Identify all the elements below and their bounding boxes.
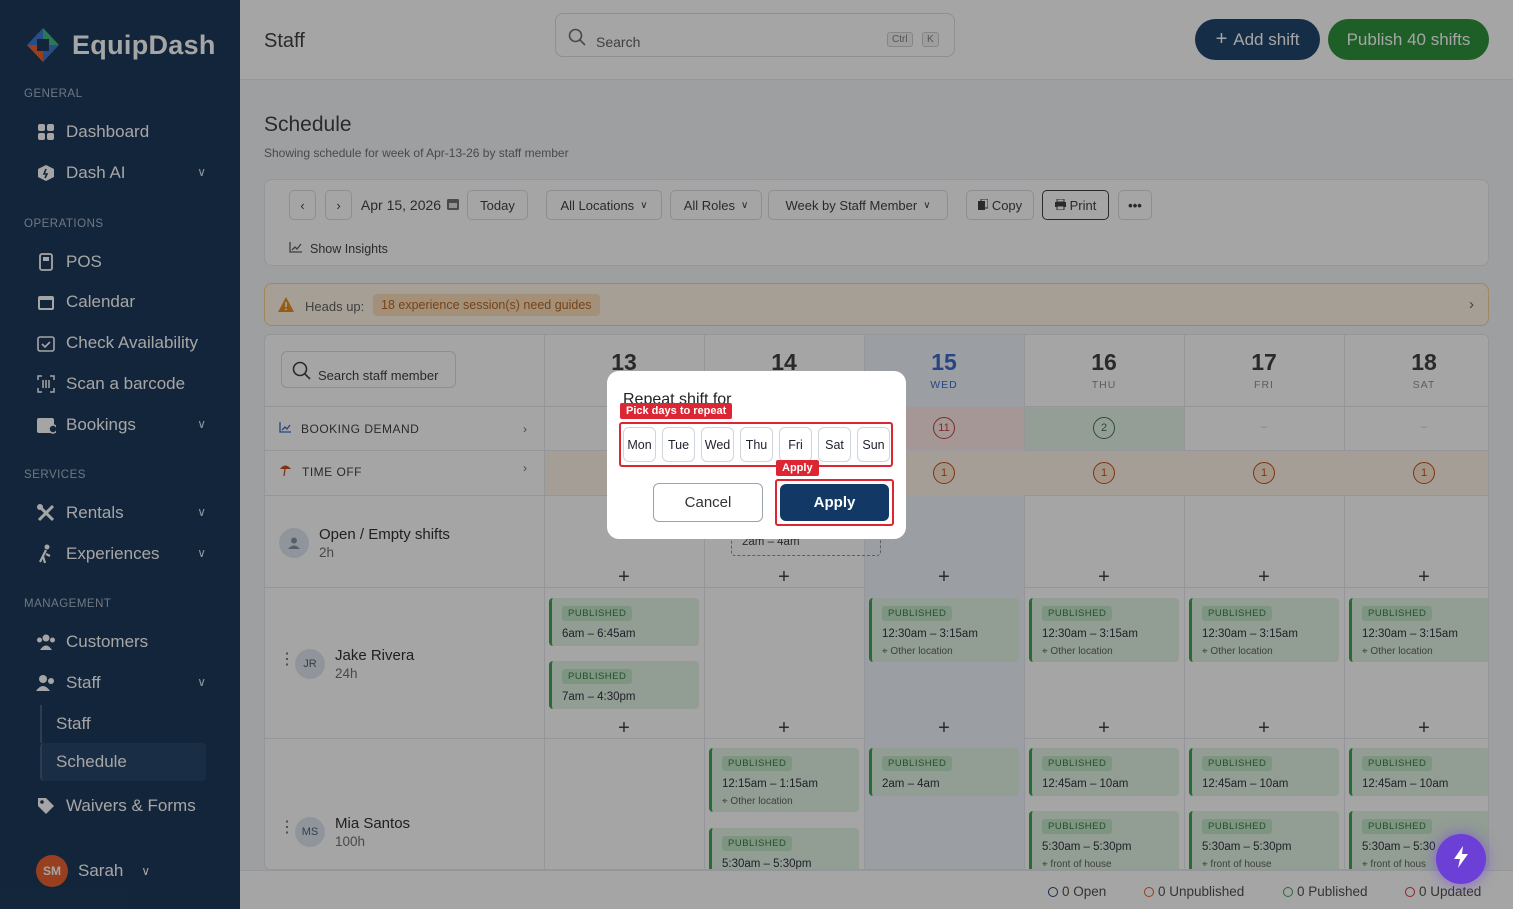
day-toggle-fri[interactable]: Fri bbox=[779, 427, 812, 462]
lightning-icon bbox=[1453, 845, 1469, 873]
assistant-button[interactable] bbox=[1436, 834, 1486, 884]
cancel-button[interactable]: Cancel bbox=[653, 483, 763, 522]
apply-annotation-tag: Apply bbox=[776, 460, 819, 476]
day-toggle-mon[interactable]: Mon bbox=[623, 427, 656, 462]
apply-button[interactable]: Apply bbox=[780, 484, 889, 521]
day-toggle-thu[interactable]: Thu bbox=[740, 427, 773, 462]
day-toggle-sat[interactable]: Sat bbox=[818, 427, 851, 462]
day-toggle-sun[interactable]: Sun bbox=[857, 427, 890, 462]
repeat-shift-modal: Repeat shift for Pick days to repeat Mon… bbox=[607, 371, 906, 539]
days-annotation-tag: Pick days to repeat bbox=[620, 403, 733, 419]
day-toggle-wed[interactable]: Wed bbox=[701, 427, 734, 462]
day-toggle-tue[interactable]: Tue bbox=[662, 427, 695, 462]
